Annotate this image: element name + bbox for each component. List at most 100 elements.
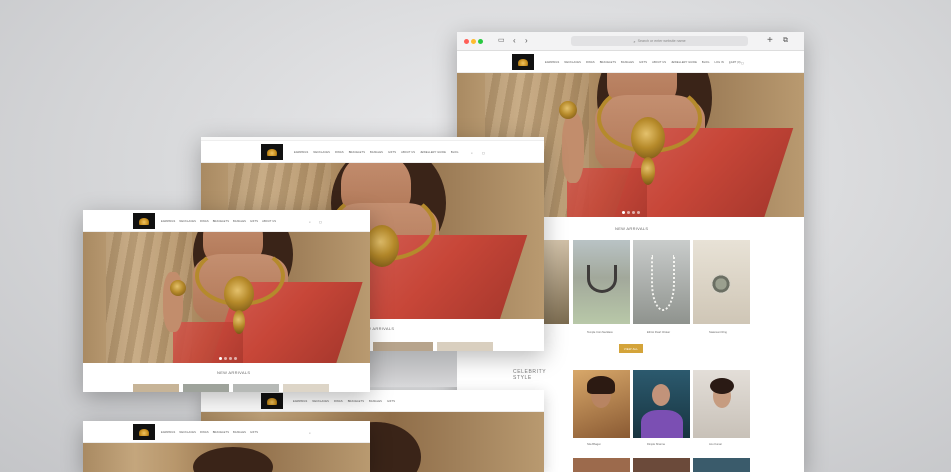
bag-icon[interactable]: ▢ xyxy=(482,151,485,155)
brand-logo[interactable] xyxy=(133,213,155,229)
menu-item[interactable]: EARRINGS xyxy=(545,61,559,64)
search-icon[interactable]: ⌕ xyxy=(309,431,311,435)
menu-item[interactable]: BANGLES xyxy=(233,431,246,434)
search-icon[interactable]: ⌕ xyxy=(309,220,311,224)
menu-item[interactable]: EARRINGS xyxy=(294,151,308,154)
menu-item[interactable]: NECKLACES xyxy=(179,220,196,223)
login-link[interactable]: LOG IN xyxy=(715,61,724,64)
zoom-window-button[interactable] xyxy=(478,39,483,44)
carousel-dots[interactable] xyxy=(622,211,640,214)
menu-item[interactable]: GIFTS xyxy=(387,400,395,403)
celebrity-thumb[interactable] xyxy=(693,458,750,472)
menu-item[interactable]: GIFTS xyxy=(388,151,396,154)
chevron-right-icon[interactable]: › xyxy=(525,36,528,46)
carousel-dot[interactable] xyxy=(627,211,630,214)
product-thumb[interactable] xyxy=(573,240,630,324)
carousel-dot[interactable] xyxy=(632,211,635,214)
carousel-dot[interactable] xyxy=(622,211,625,214)
menu-item[interactable]: NECKLACES xyxy=(564,61,581,64)
product-thumb[interactable] xyxy=(373,342,433,351)
menu-item[interactable]: BANGLES xyxy=(370,151,383,154)
menu-item[interactable]: BRACELETS xyxy=(213,431,229,434)
menu-item[interactable]: GIFTS xyxy=(250,431,258,434)
tabs-icon[interactable]: ⧉ xyxy=(783,36,788,46)
product-thumb[interactable] xyxy=(543,240,569,324)
carousel-dot[interactable] xyxy=(219,357,222,360)
carousel-dot[interactable] xyxy=(229,357,232,360)
main-menu: EARRINGS NECKLACES RINGS BRACELETS BANGL… xyxy=(161,431,258,434)
celebrity-thumb[interactable] xyxy=(573,370,630,438)
view-all-button[interactable]: VIEW ALL xyxy=(619,344,643,353)
bag-icon[interactable]: ▢ xyxy=(741,61,744,65)
close-window-button[interactable] xyxy=(464,39,469,44)
site-nav: EARRINGS NECKLACES RINGS BRACELETS BANGL… xyxy=(201,141,544,163)
product-thumb[interactable] xyxy=(283,384,329,392)
menu-item[interactable]: BANGLES xyxy=(233,220,246,223)
carousel-dots[interactable] xyxy=(219,357,237,360)
product-thumb[interactable] xyxy=(183,384,229,392)
celebrity-thumb[interactable] xyxy=(633,458,690,472)
menu-item[interactable]: EARRINGS xyxy=(161,220,175,223)
product-name[interactable]: Temple Coin Necklace xyxy=(587,331,613,334)
plus-icon[interactable]: + xyxy=(767,36,773,46)
menu-item[interactable]: BRACELETS xyxy=(600,61,616,64)
menu-item[interactable]: ABOUT US xyxy=(652,61,666,64)
menu-item[interactable]: BRACELETS xyxy=(349,151,365,154)
url-bar[interactable]: ⌕ Search or enter website name xyxy=(571,36,748,46)
minimize-window-button[interactable] xyxy=(471,39,476,44)
menu-item[interactable]: BANGLES xyxy=(621,61,634,64)
menu-item[interactable]: JEWELLERY GUIDE xyxy=(671,61,697,64)
site-mockup-bottom-left: EARRINGS NECKLACES RINGS BRACELETS BANGL… xyxy=(83,421,370,472)
menu-item[interactable]: JEWELLERY GUIDE xyxy=(420,151,446,154)
lotus-icon xyxy=(267,148,277,156)
brand-logo[interactable] xyxy=(512,54,534,70)
brand-logo[interactable] xyxy=(261,144,283,160)
product-thumb[interactable] xyxy=(233,384,279,392)
bag-icon[interactable]: ▢ xyxy=(319,220,322,224)
menu-item[interactable]: ABOUT US xyxy=(262,220,276,223)
new-arrivals-title: NEW ARRIVALS xyxy=(615,226,649,231)
celebrity-thumb[interactable] xyxy=(573,458,630,472)
menu-item[interactable]: BLOG xyxy=(702,61,710,64)
hero-banner[interactable] xyxy=(83,232,370,363)
product-thumb[interactable] xyxy=(693,240,750,324)
search-icon[interactable]: ⌕ xyxy=(471,151,473,155)
menu-item[interactable]: NECKLACES xyxy=(312,400,329,403)
celebrity-thumb[interactable] xyxy=(693,370,750,438)
sidebar-icon[interactable]: ▭ xyxy=(498,36,505,46)
menu-item[interactable]: EARRINGS xyxy=(161,431,175,434)
site-nav: EARRINGS NECKLACES RINGS BRACELETS BANGL… xyxy=(457,51,804,73)
menu-item[interactable]: BRACELETS xyxy=(213,220,229,223)
menu-item[interactable]: BANGLES xyxy=(369,400,382,403)
celebrity-thumb[interactable] xyxy=(633,370,690,438)
product-name[interactable]: Statement Ring xyxy=(709,331,727,334)
menu-item[interactable]: NECKLACES xyxy=(313,151,330,154)
hero-banner[interactable] xyxy=(83,443,370,472)
carousel-dot[interactable] xyxy=(234,357,237,360)
menu-item[interactable]: RINGS xyxy=(200,431,209,434)
menu-item[interactable]: BLOG xyxy=(451,151,459,154)
menu-item[interactable]: ABOUT US xyxy=(401,151,415,154)
brand-logo[interactable] xyxy=(261,393,283,409)
menu-item[interactable]: RINGS xyxy=(335,151,344,154)
menu-item[interactable]: EARRINGS xyxy=(293,400,307,403)
product-thumb[interactable] xyxy=(633,240,690,324)
brand-logo[interactable] xyxy=(133,424,155,440)
menu-item[interactable]: RINGS xyxy=(334,400,343,403)
menu-item[interactable]: NECKLACES xyxy=(179,431,196,434)
product-name[interactable]: Ethnic Pearl Choker xyxy=(647,331,670,334)
celebrity-name[interactable]: Anu Kumar xyxy=(709,443,722,446)
menu-item[interactable]: GIFTS xyxy=(639,61,647,64)
product-thumb[interactable] xyxy=(437,342,493,351)
menu-item[interactable]: BRACELETS xyxy=(348,400,364,403)
menu-item[interactable]: GIFTS xyxy=(250,220,258,223)
carousel-dot[interactable] xyxy=(224,357,227,360)
menu-item[interactable]: RINGS xyxy=(586,61,595,64)
carousel-dot[interactable] xyxy=(637,211,640,214)
chevron-left-icon[interactable]: ‹ xyxy=(513,36,516,46)
celebrity-name[interactable]: Dimple Sharma xyxy=(647,443,665,446)
celebrity-name[interactable]: Sita Bhagat xyxy=(587,443,600,446)
menu-item[interactable]: RINGS xyxy=(200,220,209,223)
search-icon[interactable]: ⌕ xyxy=(729,61,731,65)
product-thumb[interactable] xyxy=(133,384,179,392)
